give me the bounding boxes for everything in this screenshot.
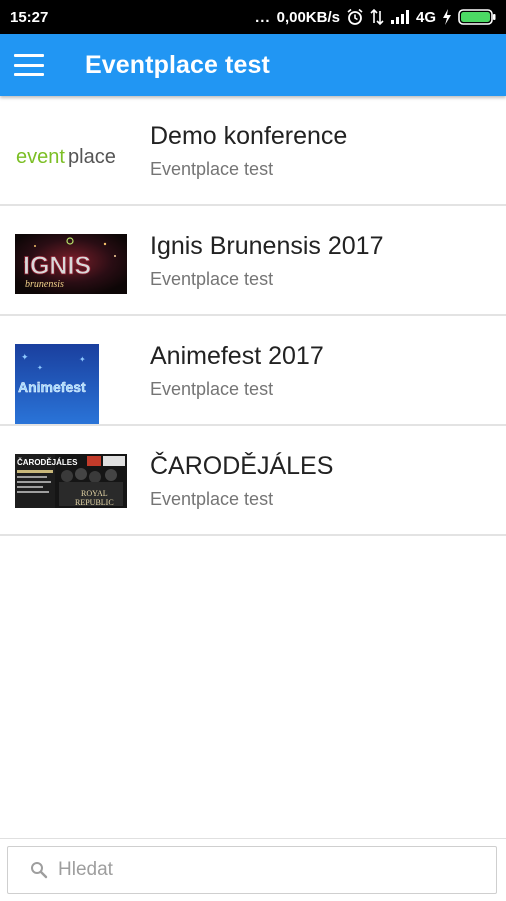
star-icon: ✦ [79, 355, 86, 364]
event-subtitle: Eventplace test [150, 269, 274, 289]
carodejales-logo-part3: REPUBLIC [75, 498, 114, 507]
ignis-logo-part1: IGNIS [23, 252, 91, 280]
animefest-logo-text: Animefest [18, 379, 86, 395]
event-title: Ignis Brunensis 2017 [150, 232, 384, 260]
event-list-item[interactable]: event place Demo konference Eventplace t… [0, 96, 506, 206]
event-thumbnail: IGNIS brunensis [15, 234, 127, 294]
carodejales-logo-part1: ČARODĚJÁLES [17, 458, 78, 467]
app-bar: Eventplace test [0, 34, 506, 96]
hamburger-menu-icon[interactable] [14, 54, 44, 76]
eventplace-logo-part2: place [68, 146, 116, 168]
app-title: Eventplace test [85, 50, 270, 79]
search-box[interactable] [7, 846, 497, 894]
carodejales-logo-part2: ROYAL [81, 489, 108, 498]
star-icon: ✦ [37, 364, 43, 372]
event-list: event place Demo konference Eventplace t… [0, 96, 506, 536]
star-icon: ✦ [21, 352, 29, 362]
battery-icon [458, 8, 496, 26]
event-list-item[interactable]: ČARODĚJÁLES ROYAL REPUBLIC ČARODĚJÁLES E… [0, 426, 506, 536]
event-thumbnail: event place [15, 124, 127, 184]
alarm-icon [346, 8, 364, 26]
network-type: 4G [415, 8, 436, 26]
search-bar [0, 838, 506, 901]
event-thumbnail: ✦ ✦ ✦ Animefest [15, 344, 99, 424]
status-dots: ... [255, 8, 271, 26]
ignis-logo-part2: brunensis [25, 279, 64, 290]
event-title: Demo konference [150, 122, 348, 150]
status-time: 15:27 [10, 8, 49, 26]
charging-icon [442, 9, 452, 25]
signal-icon [390, 9, 410, 25]
event-list-item[interactable]: ✦ ✦ ✦ Animefest Animefest 2017 Eventplac… [0, 316, 506, 426]
event-thumbnail: ČARODĚJÁLES ROYAL REPUBLIC [15, 454, 127, 508]
event-title: ČARODĚJÁLES [150, 452, 334, 480]
network-speed: 0,00KB/s [276, 8, 340, 26]
search-input[interactable] [56, 858, 460, 882]
data-transfer-icon [370, 8, 384, 26]
status-bar: 15:27 ... 0,00KB/s 4G [0, 0, 506, 34]
search-icon [31, 862, 48, 879]
event-subtitle: Eventplace test [150, 489, 274, 509]
event-subtitle: Eventplace test [150, 159, 274, 179]
eventplace-logo-part1: event [16, 146, 65, 168]
event-subtitle: Eventplace test [150, 379, 274, 399]
event-list-item[interactable]: IGNIS brunensis Ignis Brunensis 2017 Eve… [0, 206, 506, 316]
status-icons: ... 0,00KB/s 4G [255, 8, 496, 26]
event-title: Animefest 2017 [150, 342, 324, 370]
